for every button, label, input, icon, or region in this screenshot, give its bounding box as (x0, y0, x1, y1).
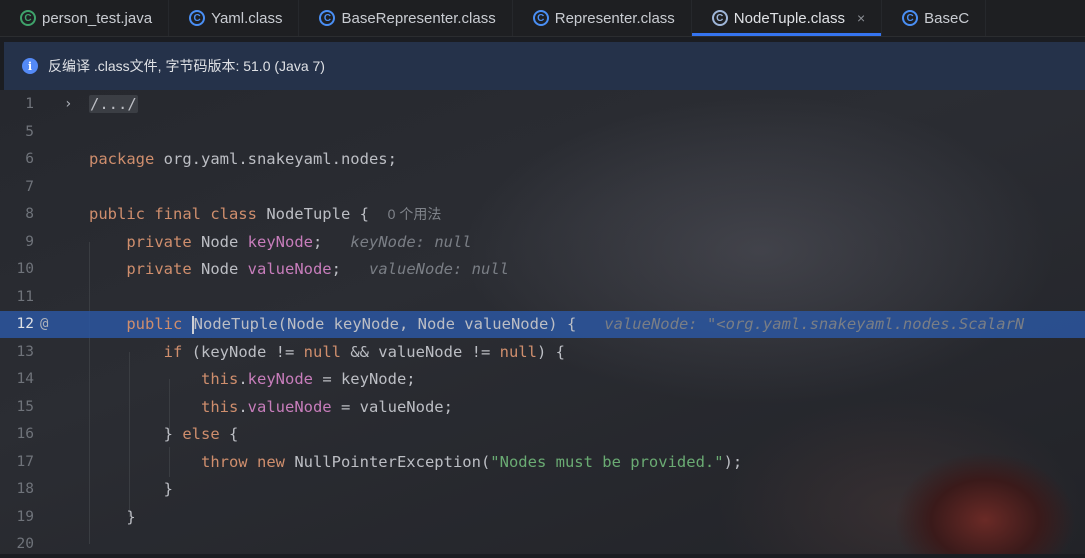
code-line: 14 this.keyNode = keyNode; (0, 366, 1085, 393)
usage-hint[interactable]: 0 个用法 (388, 206, 442, 222)
folded-imports[interactable]: /.../ (89, 95, 138, 113)
implements-marker-icon[interactable]: @ (40, 311, 48, 338)
line-number: 7 (25, 179, 34, 195)
locked-class-icon: C (711, 10, 728, 26)
inline-value-hint: keyNode: null (350, 233, 472, 251)
code-line: 9 private Node keyNode; keyNode: null (0, 229, 1085, 256)
code-line: 5 (0, 119, 1085, 146)
tab-base-representer-class[interactable]: C BaseRepresenter.class (299, 0, 513, 36)
class-icon: C (902, 10, 919, 26)
line-number: 17 (16, 454, 34, 470)
current-execution-line: 12 @ public NodeTuple(Node keyNode, Node… (0, 311, 1085, 338)
decompiled-info-banner: i 反编译 .class文件, 字节码版本: 51.0 (Java 7) (4, 42, 1085, 90)
line-number: 11 (16, 289, 34, 305)
tab-person-test-java[interactable]: C person_test.java (0, 0, 170, 36)
line-number: 6 (25, 151, 34, 167)
line-number: 19 (16, 509, 34, 525)
code-line: 13 if (keyNode != null && valueNode != n… (0, 339, 1085, 366)
line-number: 16 (16, 426, 34, 442)
info-icon: i (22, 58, 38, 74)
tab-label: person_test.java (42, 9, 153, 27)
inline-value-hint: valueNode: null (369, 260, 509, 278)
class-icon: C (532, 10, 549, 26)
line-number: 14 (16, 371, 34, 387)
line-number: 18 (16, 481, 34, 497)
tab-label: BaseRepresenter.class (341, 9, 496, 27)
editor-tab-bar: C person_test.java C Yaml.class C BaseRe… (0, 0, 1085, 37)
tab-label: Yaml.class (211, 9, 283, 27)
code-line: 16 } else { (0, 421, 1085, 448)
line-number: 10 (16, 261, 34, 277)
line-number: 1 (25, 96, 34, 112)
tab-label: BaseC (924, 9, 970, 27)
code-line: 8 public final class NodeTuple { 0 个用法 (0, 201, 1085, 228)
code-line: 15 this.valueNode = valueNode; (0, 394, 1085, 421)
tab-label: Representer.class (554, 9, 675, 27)
code-line: 1 › /.../ (0, 91, 1085, 118)
inline-value-hint: valueNode: "<org.yaml.snakeyaml.nodes.Sc… (604, 315, 1025, 333)
close-icon[interactable]: × (857, 10, 865, 26)
class-icon: C (319, 10, 336, 26)
tab-representer-class[interactable]: C Representer.class (513, 0, 692, 36)
tab-node-tuple-class[interactable]: C NodeTuple.class × (691, 0, 883, 36)
tab-yaml-class[interactable]: C Yaml.class (169, 0, 300, 36)
code-line: 6 package org.yaml.snakeyaml.nodes; (0, 146, 1085, 173)
code-line: 7 (0, 174, 1085, 201)
line-number: 12 (16, 316, 34, 332)
code-line: 19 } (0, 504, 1085, 531)
code-line: 17 throw new NullPointerException("Nodes… (0, 449, 1085, 476)
line-number: 13 (16, 344, 34, 360)
tab-base-c[interactable]: C BaseC (882, 0, 987, 36)
line-number: 9 (25, 234, 34, 250)
fold-chevron-icon[interactable]: › (64, 91, 72, 118)
code-line: 11 (0, 284, 1085, 311)
java-class-icon: C (20, 10, 36, 26)
code-line: 10 private Node valueNode; valueNode: nu… (0, 256, 1085, 283)
line-number: 15 (16, 399, 34, 415)
code-line: 18 } (0, 476, 1085, 503)
line-number: 5 (25, 124, 34, 140)
line-number: 8 (25, 206, 34, 222)
banner-text: 反编译 .class文件, 字节码版本: 51.0 (Java 7) (48, 58, 325, 74)
code-editor[interactable]: 1 › /.../ 5 6 package org.yaml.snakeyaml… (0, 90, 1085, 554)
class-icon: C (189, 10, 206, 26)
tab-label: NodeTuple.class (733, 9, 845, 27)
